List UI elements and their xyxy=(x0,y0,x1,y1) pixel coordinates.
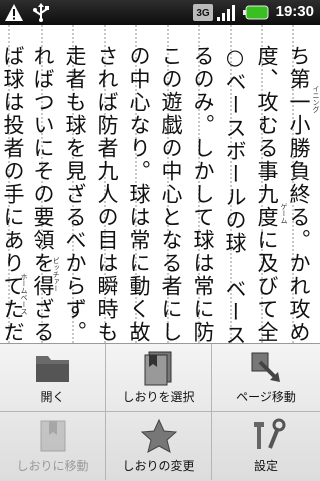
text-column: るのみ。しかして球は常に防者の手にあ xyxy=(191,45,215,343)
settings-label: 設定 xyxy=(253,459,278,473)
ruby-text: ゲーム xyxy=(280,203,288,224)
page-jump-label: ページ移動 xyxy=(236,390,296,404)
select-bookmark-label: しおりを選択 xyxy=(122,390,195,404)
bookmark-goto-icon xyxy=(40,420,65,452)
signal-icon xyxy=(217,5,235,21)
reader-page[interactable]: ち第一小勝負終る。かれ攻めこれ防ぎおの 度、攻むる事九度に及びて全勝負終る。 ○… xyxy=(0,25,320,343)
ruby-text: ピッチァー xyxy=(52,257,60,292)
warning-icon xyxy=(5,4,23,21)
open-label: 開く xyxy=(40,390,65,404)
text-column: されば防者九人の目は瞬時も球を離るる xyxy=(95,45,119,343)
select-bookmark-menu-item[interactable]: しおりを選択 xyxy=(106,344,212,412)
edit-bookmark-menu-item[interactable]: しおりの変更 xyxy=(106,412,212,480)
text-column: 度、攻むる事九度に及びて全勝負終る。 xyxy=(255,45,279,343)
battery-icon xyxy=(243,5,269,20)
clock: 19:30 xyxy=(275,3,314,20)
text-column: の中心なり。球は常に動く故に遊戯の中心 xyxy=(127,45,151,343)
open-menu-item[interactable]: 開く xyxy=(0,344,106,412)
text-column: ○ベースボールの球 ベースボールには xyxy=(223,45,247,343)
page-jump-icon xyxy=(251,352,280,382)
go-to-bookmark-label: しおりに移動 xyxy=(16,459,89,473)
go-to-bookmark-menu-item[interactable]: しおりに移動 xyxy=(0,412,106,480)
ruby-text: イニング xyxy=(312,85,320,113)
options-menu: 開く しおりを選択 ページ移動 しおりに移動 しおりの変更 設定 xyxy=(0,343,320,481)
bookmarks-icon xyxy=(144,351,171,386)
folder-icon xyxy=(35,356,69,382)
text-column: この遊戯の中心となる者にして球の行く処 xyxy=(159,45,183,343)
ruby-text: ホームベース xyxy=(20,273,28,315)
text-column: 走者も球を見ざるべからず。傍観者もま xyxy=(63,45,87,343)
network-label: 3G xyxy=(196,8,210,19)
3g-icon: 3G xyxy=(193,4,213,21)
status-bar: 3G 19:30 xyxy=(0,0,320,25)
text-column: ればついにその要領を得ざるべし。今 xyxy=(31,45,55,343)
edit-bookmark-label: しおりの変更 xyxy=(122,459,195,473)
settings-menu-item[interactable]: 設定 xyxy=(212,412,320,480)
page-jump-menu-item[interactable]: ページ移動 xyxy=(212,344,320,412)
text-column: ち第一小勝負終る。かれ攻めこれ防ぎおの xyxy=(287,45,311,343)
settings-icon xyxy=(254,418,286,449)
usb-icon xyxy=(33,3,49,22)
star-icon xyxy=(140,418,177,453)
